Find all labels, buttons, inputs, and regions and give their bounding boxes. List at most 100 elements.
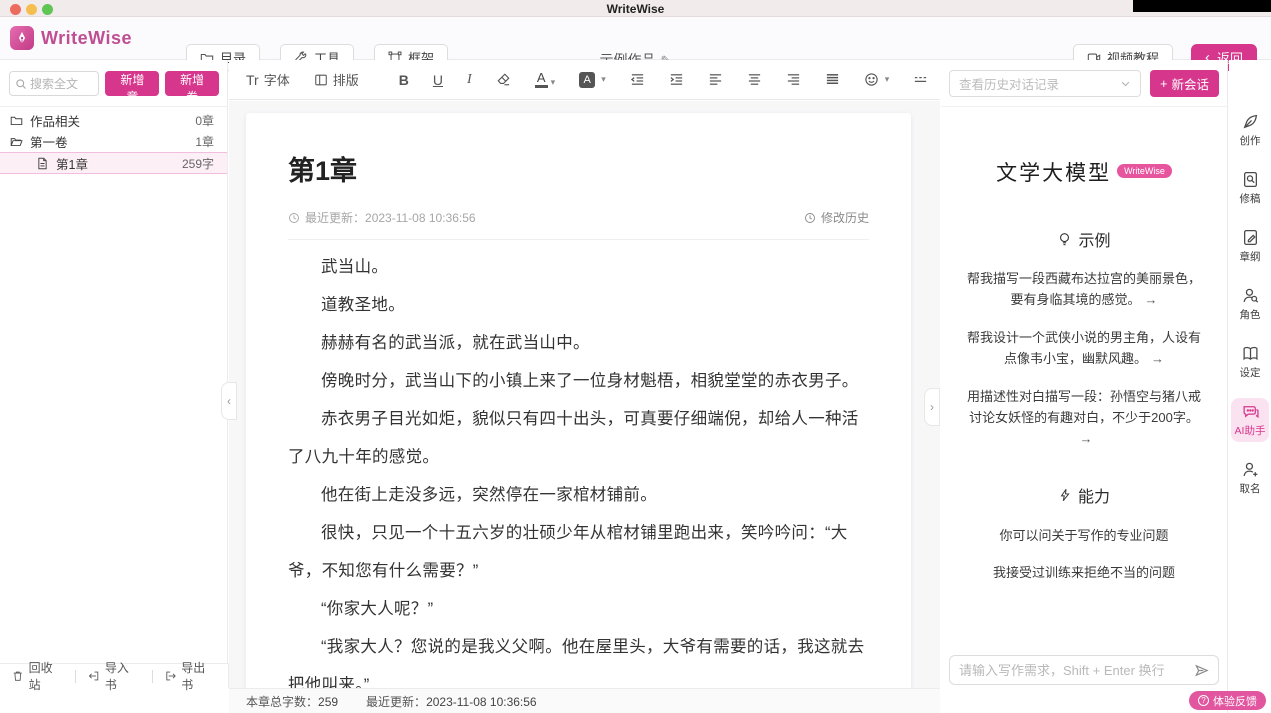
question-icon: ? xyxy=(1198,695,1209,706)
chapter-tree: 作品相关 0章 第一卷 1章 第1章 259字 xyxy=(0,107,227,174)
editor-area: Tr字体 排版 B U I A ▾ A ▾ xyxy=(229,60,940,688)
rail-item-revision[interactable]: 修稿 xyxy=(1231,166,1269,210)
arrow-icon: → xyxy=(1080,431,1093,446)
chevron-down-icon xyxy=(1120,78,1131,89)
example-prompt[interactable]: 帮我描写一段西藏布达拉宫的美丽景色，要有身临其境的感觉。→ xyxy=(965,268,1203,310)
collapse-sidebar-handle[interactable]: ‹ xyxy=(221,382,237,420)
highlight-color-button[interactable]: A ▾ xyxy=(579,72,606,88)
arrow-icon: → xyxy=(1145,292,1158,307)
rail-item-naming[interactable]: 取名 xyxy=(1231,456,1269,500)
outdent-icon xyxy=(630,72,645,87)
chapter-body[interactable]: 武当山。 道教圣地。 赫赫有名的武当派，就在武当山中。 傍晚时分，武当山下的小镇… xyxy=(288,248,869,688)
history-icon xyxy=(804,212,816,224)
screen-artifact xyxy=(1133,0,1271,12)
paragraph[interactable]: 很快，只见一个十五六岁的壮硕少年从棺材铺里跑出来，笑吟吟问：“大爷，不知您有什么… xyxy=(288,514,869,590)
paragraph[interactable]: 他在街上走没多远，突然停在一家棺材铺前。 xyxy=(288,476,869,514)
bold-button[interactable]: B xyxy=(399,72,409,88)
brand-name: WriteWise xyxy=(41,28,132,49)
align-left-icon xyxy=(708,72,723,87)
ability-text: 你可以问关于写作的专业问题 xyxy=(941,525,1227,544)
divider xyxy=(941,106,1227,107)
paragraph[interactable]: 赫赫有名的武当派，就在武当山中。 xyxy=(288,324,869,362)
lightning-icon xyxy=(1058,488,1072,502)
import-book-button[interactable]: 导入书 xyxy=(76,664,151,688)
indent-button[interactable] xyxy=(669,72,684,87)
import-icon xyxy=(88,670,100,682)
divider xyxy=(288,239,869,240)
align-center-icon xyxy=(747,72,762,87)
dropdown-icon: ▾ xyxy=(885,74,890,85)
align-left-button[interactable] xyxy=(708,72,723,87)
dropdown-icon: ▾ xyxy=(551,77,556,88)
history-dropdown[interactable]: 查看历史对话记录 xyxy=(949,70,1141,97)
layout-menu[interactable]: 排版 xyxy=(314,70,359,89)
tree-item-chapter-1[interactable]: 第1章 259字 xyxy=(0,152,227,174)
paragraph[interactable]: 赤衣男子目光如炬，貌似只有四十出头，可真要仔细端倪，却给人一种活了八九十年的感觉… xyxy=(288,400,869,476)
feature-rail: 创作 修稿 章纲 角色 设定 AI助手 取名 xyxy=(1229,60,1271,713)
chat-input[interactable] xyxy=(959,663,1194,678)
recycle-bin-button[interactable]: 回收站 xyxy=(0,664,75,688)
paragraph[interactable]: 武当山。 xyxy=(288,248,869,286)
quill-icon xyxy=(1242,113,1259,130)
lightbulb-icon xyxy=(1057,232,1072,247)
rail-item-settings[interactable]: 设定 xyxy=(1231,340,1269,384)
collapse-ai-panel-handle[interactable]: › xyxy=(924,388,940,426)
add-chapter-button[interactable]: 新增章 xyxy=(105,71,159,96)
chapter-sidebar: 新增章 新增卷 作品相关 0章 第一卷 1章 xyxy=(0,60,228,688)
model-heading: 文学大模型WriteWise xyxy=(941,157,1227,187)
model-badge: WriteWise xyxy=(1117,164,1172,178)
align-center-button[interactable] xyxy=(747,72,762,87)
revision-history-button[interactable]: 修改历史 xyxy=(804,209,869,226)
status-updated: 最近更新：2023-11-08 10:36:56 xyxy=(366,693,537,710)
clear-format-button[interactable] xyxy=(496,72,511,87)
rail-item-outline[interactable]: 章纲 xyxy=(1231,224,1269,268)
person-plus-icon xyxy=(1242,461,1259,478)
status-bar: 本章总字数：259 最近更新：2023-11-08 10:36:56 xyxy=(229,688,940,713)
italic-button[interactable]: I xyxy=(467,72,472,88)
search-input[interactable] xyxy=(30,77,92,91)
rail-item-ai-assistant[interactable]: AI助手 xyxy=(1231,398,1269,442)
clock-icon xyxy=(288,212,300,224)
paragraph[interactable]: 道教圣地。 xyxy=(288,286,869,324)
chapter-title[interactable]: 第1章 xyxy=(288,149,869,188)
divider-insert-button[interactable] xyxy=(913,72,928,87)
layout-icon xyxy=(314,73,328,87)
tree-item-related-works[interactable]: 作品相关 0章 xyxy=(0,110,227,131)
rail-item-creation[interactable]: 创作 xyxy=(1231,108,1269,152)
text-color-button[interactable]: A ▾ xyxy=(535,71,556,88)
emoji-button[interactable]: ▾ xyxy=(864,72,890,87)
export-book-button[interactable]: 导出书 xyxy=(153,664,228,688)
writewise-logo-icon xyxy=(10,26,34,50)
sidebar-footer: 回收站 导入书 导出书 xyxy=(0,663,229,688)
tree-item-volume-1[interactable]: 第一卷 1章 xyxy=(0,131,227,152)
rail-item-characters[interactable]: 角色 xyxy=(1231,282,1269,326)
sidebar-search-row: 新增章 新增卷 xyxy=(0,60,227,106)
font-menu[interactable]: Tr字体 xyxy=(246,70,290,89)
trash-icon xyxy=(12,670,24,682)
search-box[interactable] xyxy=(9,71,99,96)
paragraph[interactable]: “你家大人呢？” xyxy=(288,590,869,628)
underline-button[interactable]: U xyxy=(433,72,443,88)
app-window: WriteWise WriteWise 目录 工具 框架 示例作 xyxy=(0,0,1271,713)
justify-icon xyxy=(825,72,840,87)
doc-edit-icon xyxy=(1242,229,1259,246)
outdent-button[interactable] xyxy=(630,72,645,87)
new-chat-button[interactable]: + 新会话 xyxy=(1150,70,1219,97)
add-volume-button[interactable]: 新增卷 xyxy=(165,71,219,96)
ai-assistant-panel: 查看历史对话记录 + 新会话 文学大模型WriteWise 示例 帮我描写一段西… xyxy=(941,60,1228,713)
chat-input-box[interactable] xyxy=(949,655,1219,685)
justify-button[interactable] xyxy=(825,72,840,87)
paragraph[interactable]: “我家大人？您说的是我义父啊。他在屋里头，大爷有需要的话，我这就去把他叫来。” xyxy=(288,628,869,688)
open-book-icon xyxy=(1242,345,1259,362)
send-icon[interactable] xyxy=(1194,663,1209,678)
chapter-count: 0章 xyxy=(195,112,214,129)
feedback-button[interactable]: ? 体验反馈 xyxy=(1189,691,1266,710)
align-right-button[interactable] xyxy=(786,72,801,87)
format-toolbar: Tr字体 排版 B U I A ▾ A ▾ xyxy=(229,60,940,100)
paragraph[interactable]: 傍晚时分，武当山下的小镇上来了一位身材魁梧，相貌堂堂的赤衣男子。 xyxy=(288,362,869,400)
chapter-count: 1章 xyxy=(195,133,214,150)
example-prompt[interactable]: 帮我设计一个武侠小说的男主角，人设有点像韦小宝，幽默风趣。→ xyxy=(965,327,1203,369)
doc-search-icon xyxy=(1242,171,1259,188)
example-prompt[interactable]: 用描述性对白描写一段：孙悟空与猪八戒讨论女妖怪的有趣对白，不少于200字。→ xyxy=(965,386,1203,449)
document-page[interactable]: 第1章 最近更新： 2023-11-08 10:36:56 修改历史 武当山。 … xyxy=(246,113,911,688)
